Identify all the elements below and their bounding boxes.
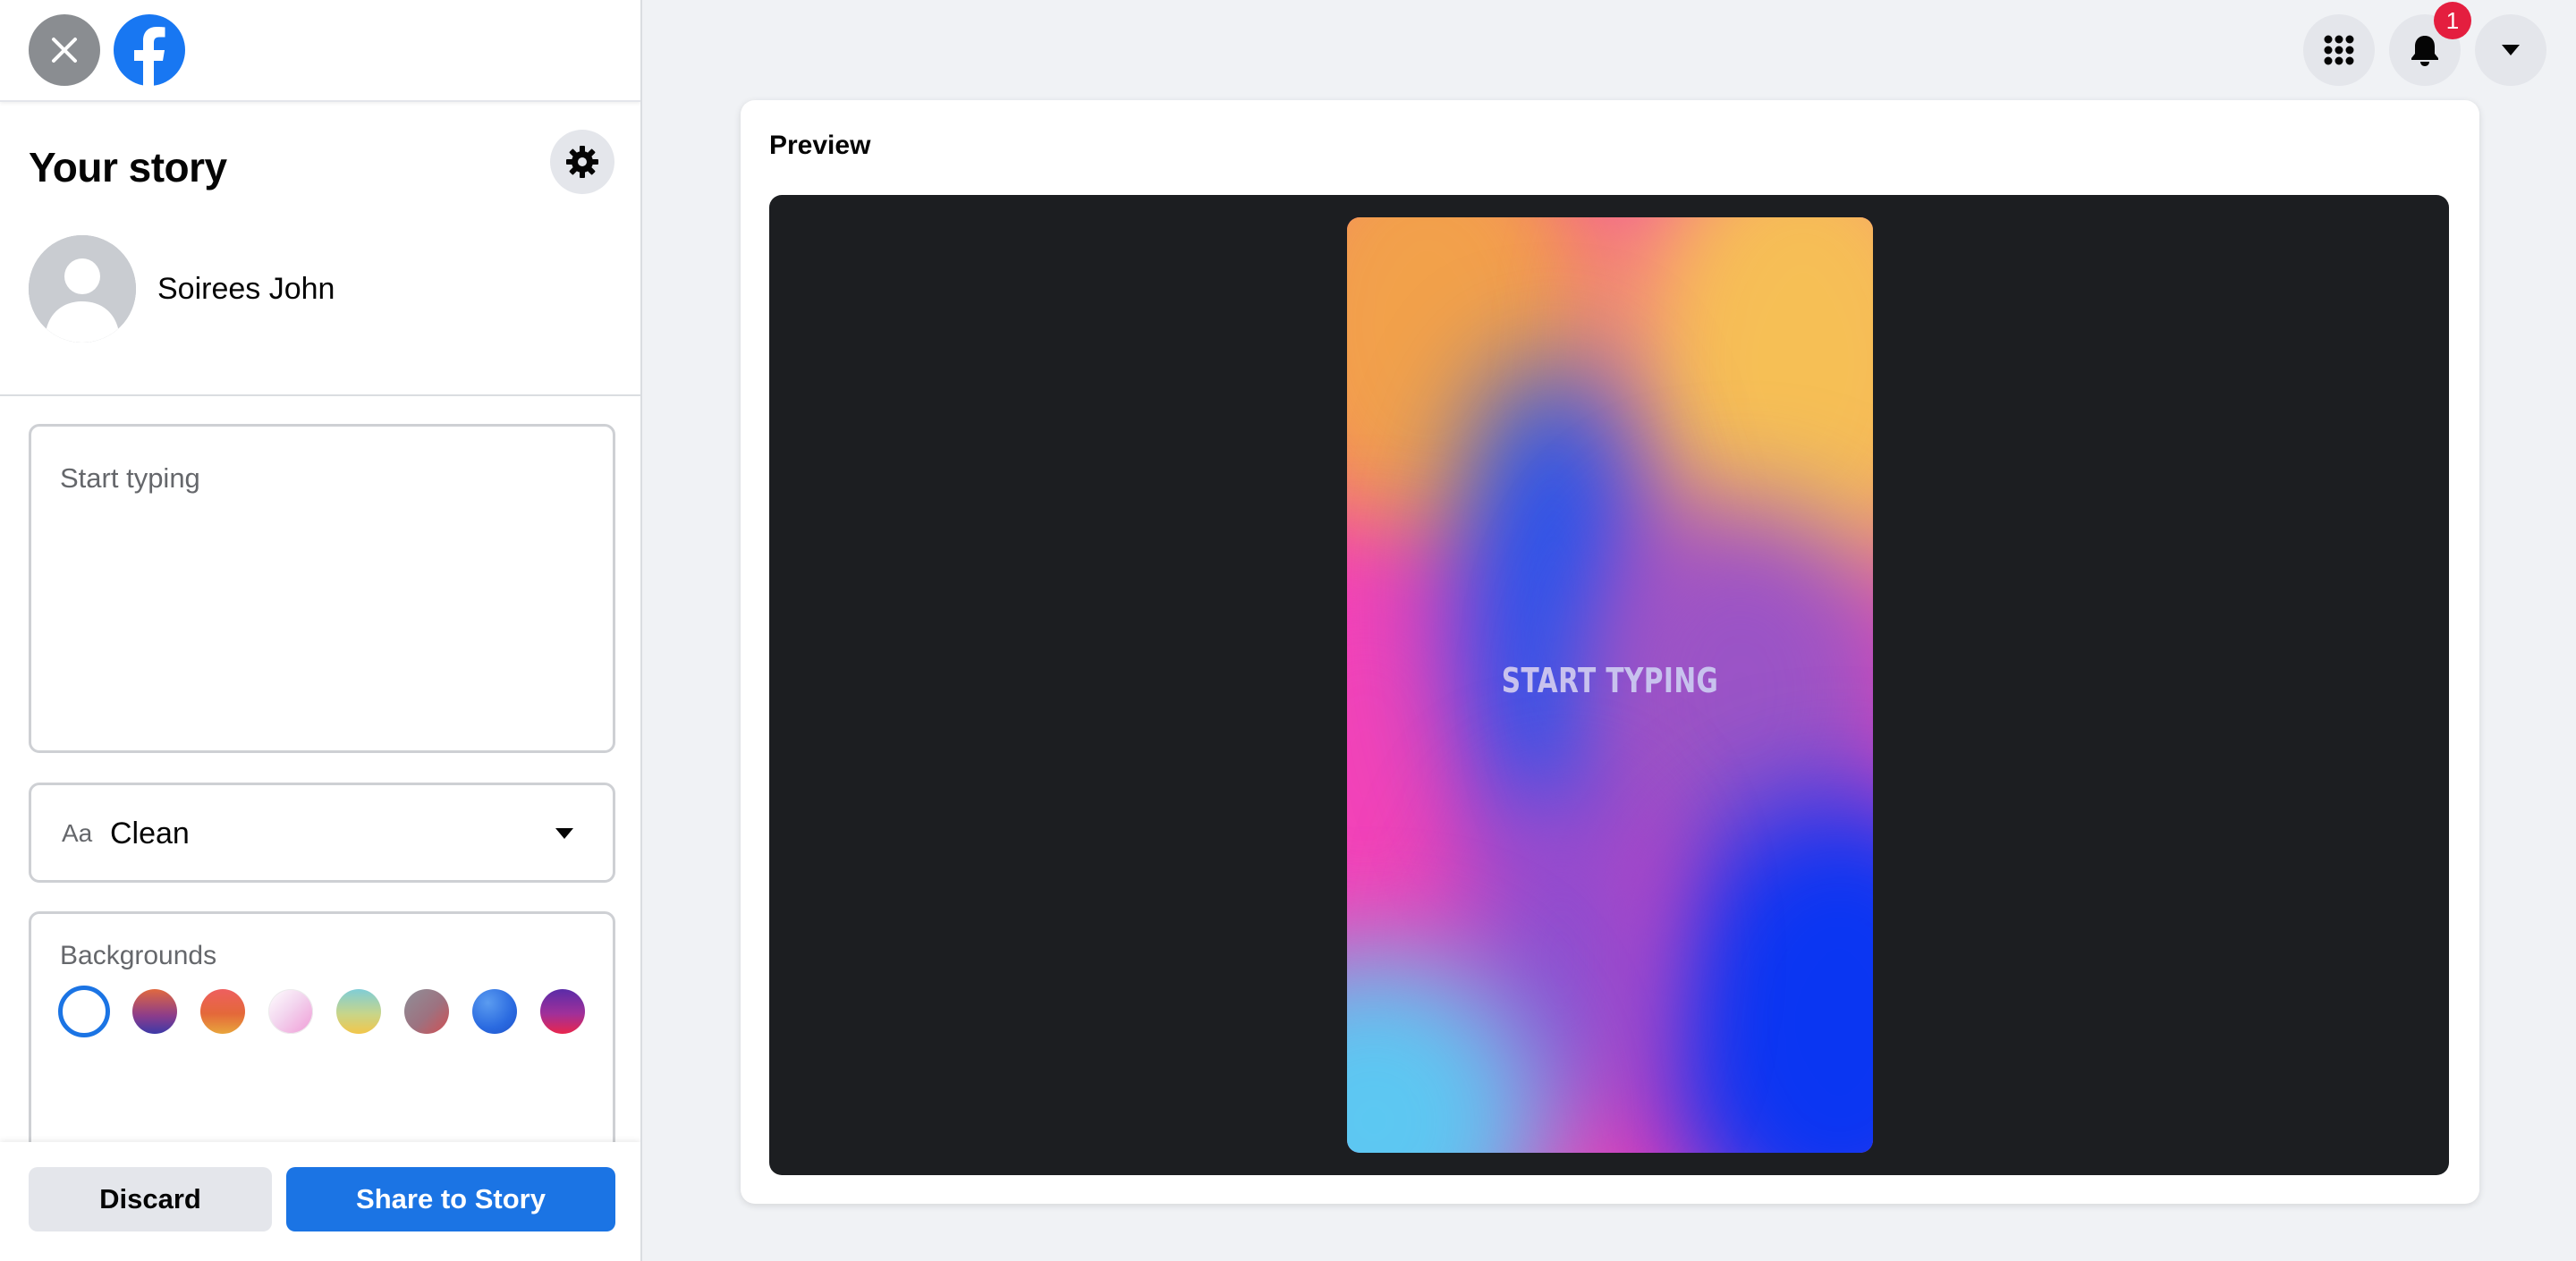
story-editor-sidebar: Your story Soirees John Start typing Aa … xyxy=(0,0,642,1261)
story-preview-text: START TYPING xyxy=(1501,661,1719,700)
sidebar-footer: Discard Share to Story xyxy=(0,1142,640,1261)
apps-grid-icon xyxy=(2324,35,2354,65)
caret-down-icon xyxy=(555,828,573,839)
close-button[interactable] xyxy=(29,14,100,86)
font-select-value: Clean xyxy=(110,817,190,851)
sidebar-topbar xyxy=(0,0,640,102)
background-swatch-teal-yellow[interactable] xyxy=(336,989,381,1034)
story-text-field-container xyxy=(29,424,615,753)
backgrounds-label: Backgrounds xyxy=(60,941,217,970)
close-icon xyxy=(52,38,77,63)
caret-down-icon xyxy=(2502,45,2520,55)
background-swatch-purple-red[interactable] xyxy=(540,989,585,1034)
background-swatch-blue[interactable] xyxy=(472,989,517,1034)
preview-stage: START TYPING xyxy=(769,195,2449,1175)
menu-button[interactable] xyxy=(2303,14,2375,86)
default-avatar-icon xyxy=(29,235,136,343)
user-name: Soirees John xyxy=(157,272,335,306)
background-swatch-white-pink[interactable] xyxy=(268,989,313,1034)
account-menu-button[interactable] xyxy=(2475,14,2546,86)
facebook-logo-icon[interactable] xyxy=(114,14,185,86)
gear-icon xyxy=(566,146,598,178)
bell-icon xyxy=(2411,36,2438,66)
preview-label: Preview xyxy=(769,131,871,160)
preview-card: Preview START TYPING xyxy=(741,100,2479,1204)
background-swatch-gray-red[interactable] xyxy=(404,989,449,1034)
background-swatch-purple-orange[interactable] xyxy=(132,989,177,1034)
font-style-select[interactable]: Aa Clean xyxy=(29,783,615,883)
divider xyxy=(0,394,640,396)
font-icon: Aa xyxy=(62,819,93,847)
background-swatch-red-orange[interactable] xyxy=(200,989,245,1034)
avatar[interactable] xyxy=(29,235,136,343)
notification-badge: 1 xyxy=(2434,2,2471,39)
settings-button[interactable] xyxy=(550,130,614,194)
discard-button[interactable]: Discard xyxy=(29,1167,272,1231)
background-swatch-selected[interactable] xyxy=(58,986,110,1037)
share-to-story-button[interactable]: Share to Story xyxy=(286,1167,615,1231)
story-text-input[interactable] xyxy=(31,427,613,750)
story-canvas: START TYPING xyxy=(1347,217,1873,1153)
page-title: Your story xyxy=(29,144,227,190)
